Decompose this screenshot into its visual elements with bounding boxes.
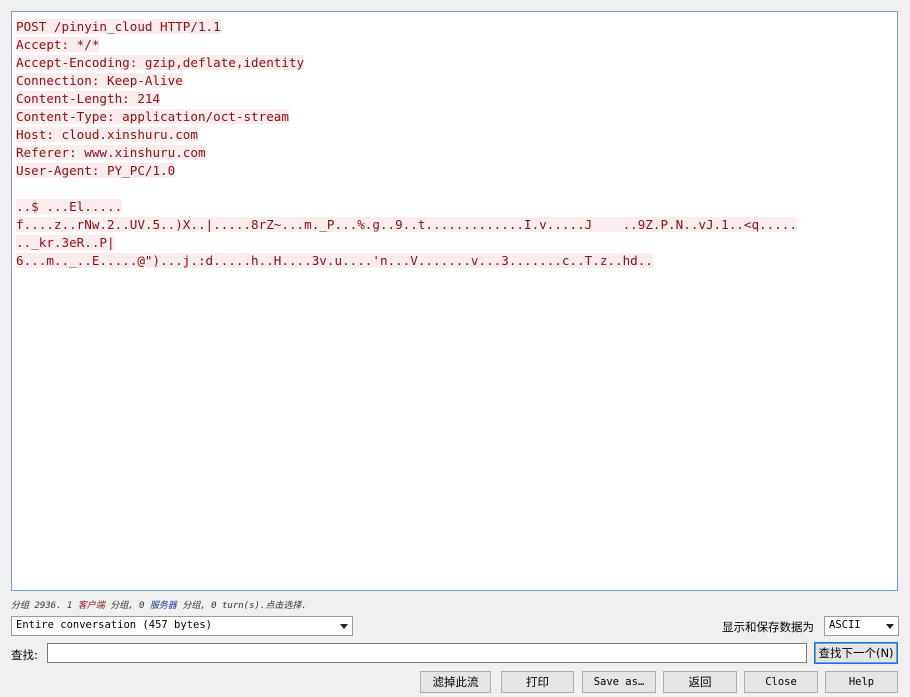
find-label: 查找:: [11, 648, 38, 662]
filter-out-stream-button[interactable]: 滤掉此流: [420, 671, 491, 693]
stream-line: ..$ ...El.....: [16, 199, 123, 214]
server-label: 服务器: [149, 601, 177, 611]
find-next-button[interactable]: 查找下一个(N): [814, 642, 898, 664]
find-input[interactable]: [47, 643, 807, 663]
stream-lines: POST /pinyin_cloud HTTP/1.1 Accept: */* …: [16, 18, 797, 270]
show-as-label: 显示和保存数据为: [722, 620, 814, 634]
stream-line: Accept: */*: [16, 37, 100, 52]
stream-line: Content-Type: application/oct-stream: [16, 109, 289, 124]
stream-line: Connection: Keep-Alive: [16, 73, 183, 88]
stream-line: Content-Length: 214: [16, 91, 161, 106]
stream-line: Referer: www.xinshuru.com: [16, 145, 206, 160]
save-as-button[interactable]: Save as…: [582, 671, 656, 693]
print-button[interactable]: 打印: [501, 671, 574, 693]
close-button[interactable]: Close: [744, 671, 818, 693]
conversation-select[interactable]: Entire conversation (457 bytes): [11, 616, 353, 636]
stream-line: .._kr.3eR..P|: [16, 235, 115, 250]
chevron-down-icon: [340, 624, 348, 629]
stream-line-blank: [16, 180, 797, 198]
stream-line: Accept-Encoding: gzip,deflate,identity: [16, 55, 305, 70]
stream-line: User-Agent: PY_PC/1.0: [16, 163, 176, 178]
encoding-select[interactable]: ASCII: [824, 616, 899, 636]
packet-status-text[interactable]: 分组 2936. 1 客户端 分组, 0 服务器 分组, 0 turn(s).点…: [11, 598, 307, 611]
stream-content-pane[interactable]: POST /pinyin_cloud HTTP/1.1 Accept: */* …: [11, 11, 898, 591]
back-button[interactable]: 返回: [663, 671, 737, 693]
help-button[interactable]: Help: [825, 671, 898, 693]
stream-line: 6...m.._..E.....@")...j.:d.....h..H....3…: [16, 253, 653, 268]
chevron-down-icon: [886, 624, 894, 629]
stream-line: f....z..rNw.2..UV.5..)X..|.....8rZ~...m.…: [16, 217, 797, 232]
client-label: 客户端: [77, 601, 105, 611]
stream-line: Host: cloud.xinshuru.com: [16, 127, 198, 142]
stream-line: POST /pinyin_cloud HTTP/1.1: [16, 19, 221, 34]
